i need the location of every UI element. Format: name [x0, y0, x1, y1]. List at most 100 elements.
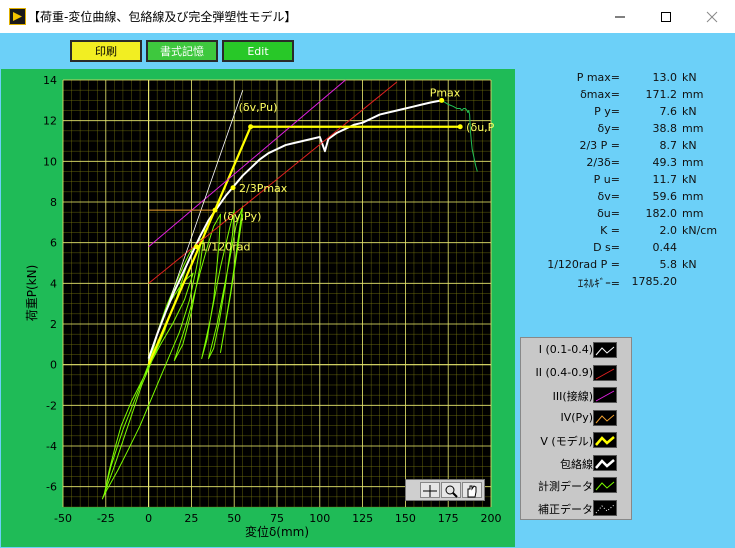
x-tick-label: 75	[270, 512, 284, 525]
readout-row: P y= 7.6 kN	[520, 105, 735, 121]
legend-item[interactable]: V (モデル)	[521, 431, 633, 451]
legend-label: III(接線)	[552, 390, 593, 403]
cursor-move-tool[interactable]	[420, 482, 440, 498]
legend-swatch-icon	[593, 499, 617, 516]
readout-label: δu=	[597, 207, 620, 220]
readout-value: 7.6	[659, 105, 678, 118]
legend-swatch-icon	[593, 477, 617, 493]
readout-value: 5.8	[659, 258, 678, 271]
readout-row: 2/3 P = 8.7 kN	[520, 139, 735, 155]
annotation-marker	[230, 185, 236, 191]
annotation-label: Pmax	[430, 86, 461, 99]
legend-swatch-icon	[593, 342, 617, 358]
annotation-label: (δy,Py)	[223, 210, 261, 223]
legend-label: II (0.4-0.9)	[535, 365, 593, 379]
plot-legend[interactable]: I (0.1-0.4) II (0.4-0.9) III(接線) IV(Py) V (モ…	[520, 337, 632, 520]
y-axis-label: 荷重P(kN)	[25, 265, 39, 322]
x-tick-label: -50	[54, 512, 72, 525]
readout-value: 182.0	[645, 207, 678, 220]
readout-label: P u=	[593, 173, 620, 186]
readout-unit: kN	[682, 139, 697, 152]
readout-label: 1/120rad P =	[547, 258, 620, 271]
readout-row: δv= 59.6 mm	[520, 190, 735, 206]
annotation-marker	[194, 244, 200, 250]
legend-label: I (0.1-0.4)	[538, 343, 593, 356]
x-tick-label: 150	[395, 512, 416, 525]
readout-value: 11.7	[652, 173, 678, 186]
y-tick-label: 2	[50, 318, 57, 331]
legend-item[interactable]: 包絡線	[521, 454, 633, 474]
readout-value: 1785.20	[631, 275, 678, 288]
readout-row: δu= 182.0 mm	[520, 207, 735, 223]
readout-label: δy=	[597, 122, 620, 135]
readout-row: 2/3δ= 49.3 mm	[520, 156, 735, 172]
readout-unit: kN	[682, 71, 697, 84]
zoom-icon	[445, 485, 458, 498]
readout-unit: kN	[682, 258, 697, 271]
readout-value: 13.0	[652, 71, 678, 84]
y-tick-label: -6	[46, 481, 57, 494]
readout-value: 59.6	[652, 190, 678, 203]
y-tick-label: -2	[46, 399, 57, 412]
x-tick-label: 125	[352, 512, 373, 525]
legend-swatch-icon	[593, 364, 617, 381]
y-tick-label: 4	[50, 277, 57, 290]
legend-swatch-icon	[593, 454, 617, 471]
x-tick-label: 175	[438, 512, 459, 525]
y-tick-label: 6	[50, 237, 57, 250]
crosshair-icon	[423, 485, 437, 497]
readout-value: 2.0	[659, 224, 678, 237]
readout-value: 38.8	[652, 122, 678, 135]
readout-row: D s= 0.44	[520, 241, 735, 257]
readout-row: δy= 38.8 mm	[520, 122, 735, 138]
x-tick-label: 50	[227, 512, 241, 525]
readout-value: 171.2	[645, 88, 678, 101]
legend-label: 補正データ	[538, 502, 593, 516]
series-line	[441, 99, 478, 172]
readout-unit: mm	[682, 190, 704, 203]
readout-unit: mm	[682, 156, 704, 169]
x-tick-label: 0	[145, 512, 152, 525]
legend-item[interactable]: 計測データ	[521, 476, 633, 496]
legend-swatch-icon	[593, 432, 617, 448]
readout-label: D s=	[593, 241, 620, 254]
readout-label: 2/3δ=	[586, 156, 620, 169]
readout-label: P max=	[576, 71, 620, 84]
annotation-label: (δu,P	[466, 121, 494, 134]
graph-palette	[405, 479, 485, 501]
readout-unit: mm	[682, 88, 704, 101]
x-tick-label: 200	[481, 512, 502, 525]
legend-item[interactable]: 補正データ	[521, 499, 633, 519]
y-tick-label: -4	[46, 440, 57, 453]
results-readout: P max= 13.0 kN δmax= 171.2 mm P y= 7.6 kN δy= 38.8…	[520, 69, 735, 299]
readout-value: 49.3	[652, 156, 678, 169]
readout-row: δmax= 171.2 mm	[520, 88, 735, 104]
readout-value: 0.44	[652, 241, 678, 254]
y-tick-label: 10	[43, 155, 57, 168]
readout-row: P u= 11.7 kN	[520, 173, 735, 189]
legend-item[interactable]: IV(Py)	[521, 409, 633, 429]
readout-label: ｴﾈﾙｷﾞｰ=	[577, 277, 620, 290]
y-tick-label: 0	[50, 359, 57, 372]
legend-item[interactable]: II (0.4-0.9)	[521, 364, 633, 384]
y-tick-label: 8	[50, 196, 57, 209]
annotation-marker	[248, 124, 254, 130]
legend-item[interactable]: III(接線)	[521, 386, 633, 406]
zoom-tool[interactable]	[441, 482, 461, 498]
y-tick-label: 12	[43, 115, 57, 128]
x-tick-label: -25	[97, 512, 115, 525]
pan-tool[interactable]	[462, 482, 482, 498]
readout-unit: kN	[682, 173, 697, 186]
readout-label: δv=	[597, 190, 620, 203]
readout-unit: mm	[682, 122, 704, 135]
legend-label: IV(Py)	[560, 410, 594, 424]
annotation-marker	[457, 124, 463, 130]
legend-item[interactable]: I (0.1-0.4)	[521, 341, 633, 361]
annotation-label: (δv,Pu)	[239, 101, 278, 114]
readout-row: P max= 13.0 kN	[520, 71, 735, 87]
x-tick-label: 100	[309, 512, 330, 525]
readout-unit: mm	[682, 207, 704, 220]
series-lines	[101, 79, 478, 500]
annotation-marker	[212, 207, 218, 213]
legend-swatch-icon	[593, 387, 617, 403]
